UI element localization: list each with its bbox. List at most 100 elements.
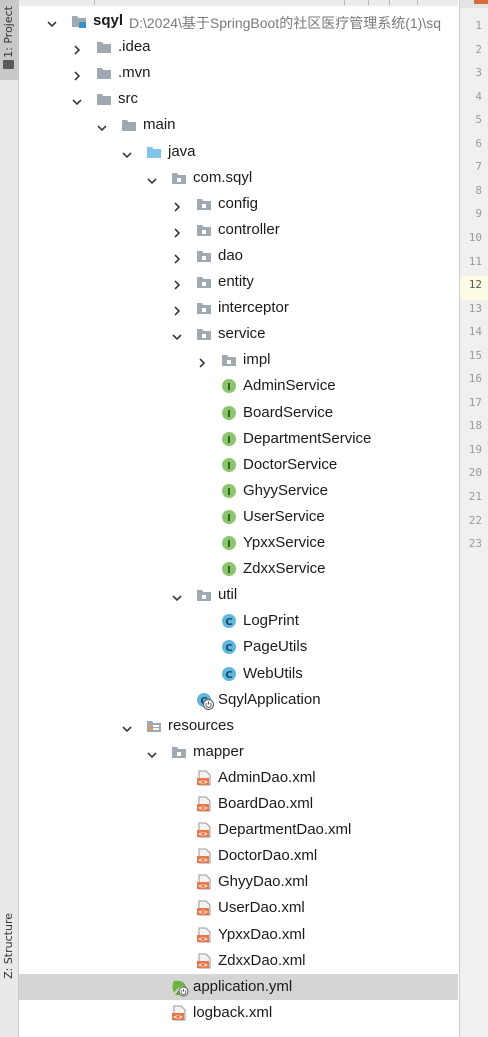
chevron-right-icon[interactable] [172,303,182,316]
tree-node[interactable]: <> logback.xml [19,1000,458,1026]
tree-node[interactable]: <> GhyyDao.xml [19,869,458,895]
chevron-down-icon[interactable] [147,173,157,184]
tree-node[interactable]: I DoctorService [19,452,458,478]
tree-node[interactable]: com.sqyl [19,165,458,191]
tree-node-label: PageUtils [243,638,308,656]
tree-node[interactable]: mapper [19,739,458,765]
chevron-right-icon[interactable] [172,277,182,290]
line-number: 2 [475,42,482,56]
chevron-down-icon[interactable] [147,747,157,758]
tree-node[interactable]: <> DoctorDao.xml [19,843,458,869]
tree-node[interactable]: <> BoardDao.xml [19,791,458,817]
tree-node[interactable]: I YpxxService [19,530,458,556]
line-number: 20 [468,466,482,480]
tree-node[interactable]: <> DepartmentDao.xml [19,817,458,843]
chevron-down-icon[interactable] [47,16,57,28]
svg-text:I: I [227,382,231,393]
tree-node[interactable]: application.yml [19,973,458,1000]
tree-node-label: impl [243,351,271,369]
structure-tool-tab[interactable]: Z: Structure [0,905,18,995]
chevron-right-icon[interactable] [72,42,82,55]
svg-text:I: I [227,461,231,472]
chevron-right-icon[interactable] [197,355,207,368]
editor-tab-marker[interactable] [474,0,488,4]
tree-node[interactable]: <> ZdxxDao.xml [19,948,458,974]
interface-icon: I [221,535,237,551]
chevron-down-icon[interactable] [97,120,107,132]
tree-node[interactable]: I BoardService [19,400,458,426]
line-number: 18 [468,419,482,433]
tree-node[interactable]: interceptor [19,295,458,321]
chevron-down-icon[interactable] [172,329,182,341]
editor-tab-strip [460,0,488,8]
tree-node[interactable]: util [19,582,458,608]
chevron-down-icon[interactable] [122,721,132,732]
line-number: 5 [475,113,482,127]
tree-node[interactable]: I DepartmentService [19,426,458,452]
tree-node[interactable]: main [19,112,458,138]
tree-node[interactable]: <> UserDao.xml [19,895,458,921]
tree-node-label: UserDao.xml [218,899,305,917]
tree-node-label: YpxxDao.xml [218,925,306,943]
chevron-down-icon[interactable] [172,590,182,602]
package-icon [221,352,237,368]
xml-file-icon: <> [196,927,212,943]
tree-node[interactable]: <> YpxxDao.xml [19,922,458,948]
svg-text:<>: <> [198,936,208,943]
line-number: 8 [475,183,482,197]
chevron-right-icon[interactable] [172,225,182,238]
xml-file-icon: <> [196,796,212,812]
tree-node[interactable]: C PageUtils [19,634,458,660]
tree-node[interactable]: impl [19,347,458,373]
package-icon [196,587,212,603]
tree-node-label: AdminDao.xml [218,768,316,786]
tree-node-label: resources [168,716,234,734]
chevron-right-icon[interactable] [72,68,82,81]
tree-node[interactable]: controller [19,217,458,243]
line-number: 17 [468,395,482,409]
line-number: 14 [468,325,482,339]
tree-node[interactable]: dao [19,243,458,269]
tree-node[interactable]: C WebUtils [19,661,458,687]
tree-node[interactable]: config [19,191,458,217]
tree-node[interactable]: sqyl D:\2024\基于SpringBoot的社区医疗管理系统(1)\sq [19,8,458,34]
tree-node[interactable]: I UserService [19,504,458,530]
class-icon: C [221,666,237,682]
tree-node[interactable]: C LogPrint [19,608,458,634]
line-number: 10 [468,230,482,244]
line-number: 12 [468,278,482,292]
tree-node-label: UserService [243,507,325,525]
chevron-down-icon[interactable] [72,94,82,106]
tree-node[interactable]: src [19,86,458,112]
editor-gutter: 1 2 3 4 5 6 7 8 9 10 11 12 13 14 15 16 17 18 19 20 21 22 23 [459,0,488,1037]
chevron-down-icon[interactable] [122,147,132,158]
tree-node-label: BoardService [243,403,334,421]
tree-node-label: application.yml [193,977,293,995]
left-tool-strip: 1: Project Z: Structure [0,0,19,1037]
tree-node[interactable]: .mvn [19,60,458,86]
tree-node[interactable]: <> AdminDao.xml [19,765,458,791]
tree-node[interactable]: CSqylApplication [19,687,458,713]
tree-node[interactable]: I GhyyService [19,478,458,504]
tree-node[interactable]: entity [19,269,458,295]
tree-node-label: DepartmentService [243,429,372,447]
interface-icon: I [221,378,237,394]
tree-node-label: interceptor [218,299,289,317]
folder-icon [96,65,112,81]
tree-node[interactable]: service [19,321,458,347]
line-number: 6 [475,136,482,150]
chevron-right-icon[interactable] [172,251,182,264]
project-tree[interactable]: sqyl D:\2024\基于SpringBoot的社区医疗管理系统(1)\sq.… [19,0,458,1037]
tree-node[interactable]: I AdminService [19,373,458,399]
tree-node[interactable]: .idea [19,34,458,60]
chevron-right-icon[interactable] [172,199,182,212]
folder-icon [121,117,137,133]
tree-node-label: mapper [193,742,244,760]
tree-node[interactable]: I ZdxxService [19,556,458,582]
tree-node-label: SqylApplication [218,690,321,708]
tree-node[interactable]: java [19,139,458,165]
tree-node[interactable]: resources [19,713,458,739]
project-tool-tab[interactable]: 1: Project [0,0,18,80]
interface-icon: I [221,561,237,577]
package-icon [196,248,212,264]
